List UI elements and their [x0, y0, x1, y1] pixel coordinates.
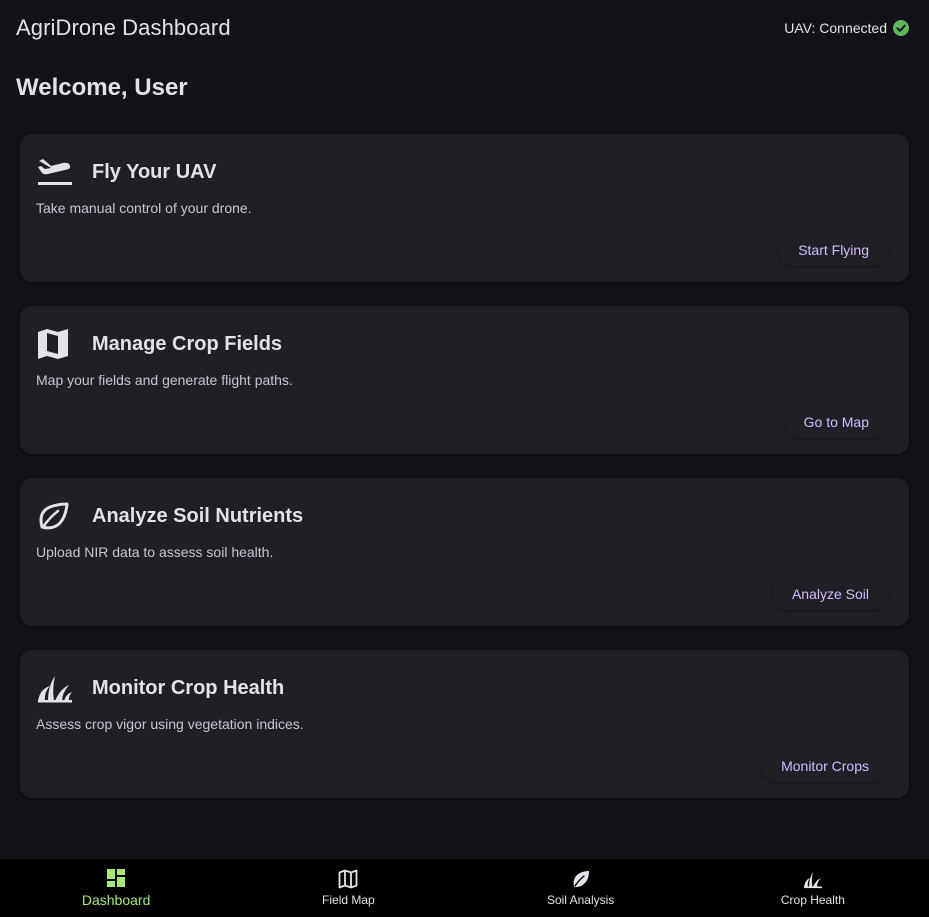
card-header: Analyze Soil Nutrients [36, 498, 303, 534]
card-title: Analyze Soil Nutrients [92, 504, 304, 527]
map-icon [36, 326, 76, 362]
nav-item-crop-health[interactable]: Crop Health [697, 859, 929, 917]
app-root: AgriDrone Dashboard UAV: Connected Welco… [0, 0, 929, 917]
nav-label: Crop Health [780, 893, 845, 907]
app-title: AgriDrone Dashboard [16, 15, 231, 40]
map-icon [338, 869, 358, 889]
uav-status: UAV: Connected [784, 20, 909, 36]
monitor-crops-button[interactable]: Monitor Crops [761, 750, 889, 782]
leaf-icon [573, 871, 589, 888]
card-header: Manage Crop Fields [36, 326, 282, 362]
nav-item-dashboard[interactable]: Dashboard [0, 859, 232, 917]
check-circle-icon [893, 20, 909, 36]
card-analyze-soil: Analyze Soil Nutrients Upload NIR data t… [20, 478, 909, 626]
card-description: Upload NIR data to assess soil health. [36, 544, 274, 560]
uav-status-text: UAV: Connected [784, 20, 887, 36]
nav-item-soil-analysis[interactable]: Soil Analysis [465, 859, 697, 917]
dashboard-icon [107, 869, 126, 887]
card-fly-uav: Fly Your UAV Take manual control of your… [20, 134, 909, 282]
card-manage-fields: Manage Crop Fields Map your fields and g… [20, 306, 909, 454]
start-flying-button[interactable]: Start Flying [778, 234, 889, 266]
card-description: Assess crop vigor using vegetation indic… [36, 716, 304, 732]
analyze-soil-button[interactable]: Analyze Soil [771, 578, 889, 610]
bottom-navigation: Dashboard Field Map Soil Analysis Crop H… [0, 859, 929, 917]
card-monitor-health: Monitor Crop Health Assess crop vigor us… [20, 650, 909, 798]
grass-icon [36, 670, 76, 706]
card-title: Manage Crop Fields [92, 332, 283, 355]
nav-label: Dashboard [81, 892, 151, 908]
grass-icon [803, 872, 822, 889]
go-to-map-button[interactable]: Go to Map [783, 406, 889, 438]
flight-takeoff-icon [36, 154, 76, 190]
leaf-icon [36, 498, 76, 534]
card-title: Fly Your UAV [92, 160, 217, 183]
nav-item-field-map[interactable]: Field Map [232, 859, 464, 917]
nav-label: Soil Analysis [546, 893, 615, 907]
top-app-bar: AgriDrone Dashboard UAV: Connected [0, 0, 929, 56]
card-header: Monitor Crop Health [36, 670, 284, 706]
welcome-heading: Welcome, User [16, 74, 188, 101]
card-title: Monitor Crop Health [92, 676, 285, 699]
card-header: Fly Your UAV [36, 154, 216, 190]
nav-label: Field Map [322, 893, 375, 907]
card-description: Take manual control of your drone. [36, 200, 252, 216]
card-description: Map your fields and generate flight path… [36, 372, 293, 388]
